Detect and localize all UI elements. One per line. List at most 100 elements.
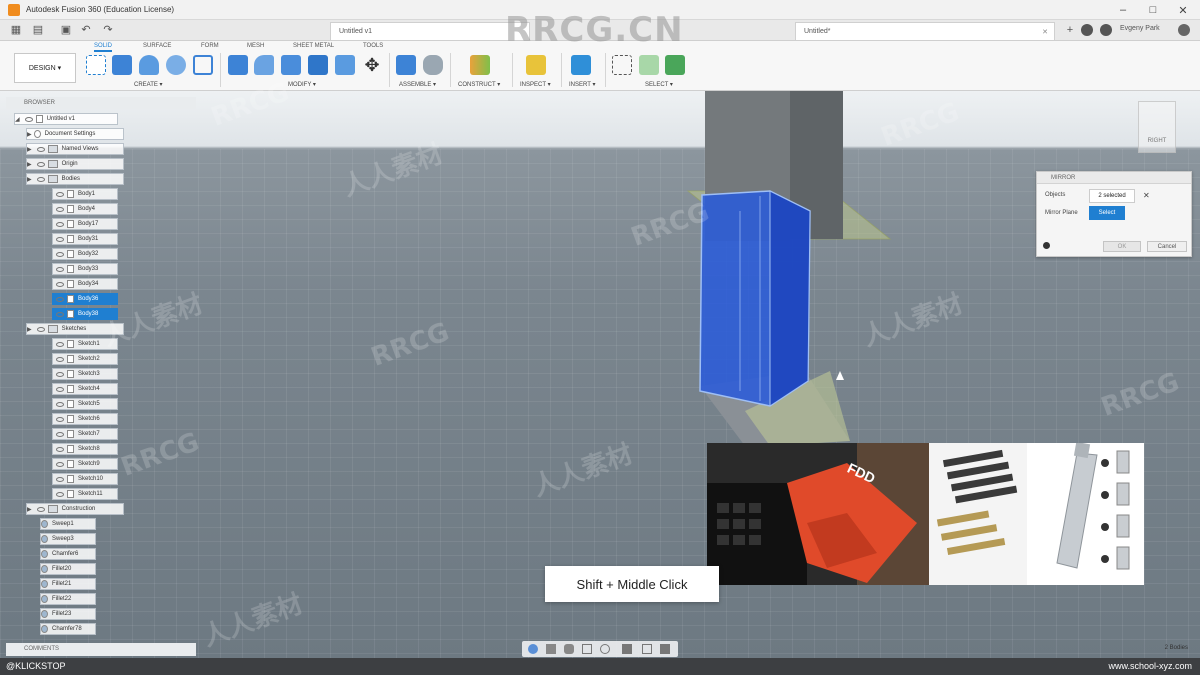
visibility-icon[interactable]: [56, 461, 64, 467]
info-icon[interactable]: [1043, 242, 1050, 249]
display-settings-icon[interactable]: [622, 644, 632, 654]
tab-sheet-metal[interactable]: SHEET METAL: [293, 43, 334, 49]
select-menu[interactable]: SELECT ▾: [645, 81, 673, 88]
visibility-icon[interactable]: [56, 311, 64, 317]
create-menu[interactable]: CREATE ▾: [134, 81, 163, 88]
revolve-icon[interactable]: [139, 55, 159, 75]
expand-icon[interactable]: ▶: [27, 176, 32, 183]
browser-item-body36[interactable]: Body36: [52, 293, 118, 305]
browser-item-origin[interactable]: ▶ Origin: [26, 158, 124, 170]
browser-item-sketch7[interactable]: Sketch7: [52, 428, 118, 440]
browser-item-sketch2[interactable]: Sketch2: [52, 353, 118, 365]
expand-icon[interactable]: ▶: [27, 506, 32, 513]
visibility-icon[interactable]: [56, 356, 64, 362]
selected-body-side[interactable]: [769, 190, 811, 407]
create-sketch-icon[interactable]: [86, 55, 106, 75]
visibility-icon[interactable]: [56, 491, 64, 497]
visibility-icon[interactable]: [56, 236, 64, 242]
browser-item-fillet22[interactable]: Fillet22: [40, 593, 96, 605]
browser-item-body32[interactable]: Body32: [52, 248, 118, 260]
visibility-icon[interactable]: [56, 386, 64, 392]
redo-icon[interactable]: ↷: [102, 24, 114, 36]
save-icon[interactable]: ▣: [60, 24, 72, 36]
visibility-icon[interactable]: [56, 431, 64, 437]
chamfer-icon[interactable]: [281, 55, 301, 75]
ok-button[interactable]: OK: [1103, 241, 1141, 252]
press-pull-icon[interactable]: [228, 55, 248, 75]
visibility-icon[interactable]: [36, 176, 45, 182]
browser-item-body34[interactable]: Body34: [52, 278, 118, 290]
joint-icon[interactable]: [423, 55, 443, 75]
job-status-icon[interactable]: [1081, 24, 1093, 36]
new-component-icon[interactable]: [396, 55, 416, 75]
pan-icon[interactable]: [564, 644, 574, 654]
tab-form[interactable]: FORM: [201, 43, 219, 49]
browser-item-sweep1[interactable]: Sweep1: [40, 518, 96, 530]
visibility-icon[interactable]: [56, 281, 64, 287]
minimize-button[interactable]: –: [1108, 0, 1138, 20]
browser-item-body1[interactable]: Body1: [52, 188, 118, 200]
browser-item-body38[interactable]: Body38: [52, 308, 118, 320]
assemble-menu[interactable]: ASSEMBLE ▾: [399, 81, 436, 88]
browser-header[interactable]: BROWSER: [6, 97, 196, 109]
browser-item-sketch3[interactable]: Sketch3: [52, 368, 118, 380]
mirror-plane-select-button[interactable]: Select: [1089, 206, 1125, 220]
browser-item-sweep3[interactable]: Sweep3: [40, 533, 96, 545]
visibility-icon[interactable]: [36, 146, 45, 152]
comments-panel[interactable]: COMMENTS: [6, 643, 196, 656]
expand-icon[interactable]: ▶: [27, 146, 32, 153]
modify-menu[interactable]: MODIFY ▾: [288, 81, 316, 88]
browser-item-sketch10[interactable]: Sketch10: [52, 473, 118, 485]
construct-menu[interactable]: CONSTRUCT ▾: [458, 81, 500, 88]
maximize-button[interactable]: □: [1138, 0, 1168, 20]
browser-item-document-settings[interactable]: ▶ Document Settings: [26, 128, 124, 140]
add-tab-icon[interactable]: +: [1064, 24, 1076, 36]
browser-item-sketch5[interactable]: Sketch5: [52, 398, 118, 410]
document-tab-2[interactable]: Untitled* ✕: [795, 22, 1055, 40]
browser-item-named-views[interactable]: ▶ Named Views: [26, 143, 124, 155]
browser-item-sketch9[interactable]: Sketch9: [52, 458, 118, 470]
browser-item-body33[interactable]: Body33: [52, 263, 118, 275]
tab-mesh[interactable]: MESH: [247, 43, 264, 49]
browser-item-fillet23[interactable]: Fillet23: [40, 608, 96, 620]
expand-icon[interactable]: ▶: [27, 326, 32, 333]
browser-item-sketch8[interactable]: Sketch8: [52, 443, 118, 455]
loft-icon[interactable]: [193, 55, 213, 75]
combine-icon[interactable]: [335, 55, 355, 75]
offset-plane-icon[interactable]: [470, 55, 490, 75]
zoom-icon[interactable]: [582, 644, 592, 654]
visibility-icon[interactable]: [56, 266, 64, 272]
insert-menu[interactable]: INSERT ▾: [569, 81, 595, 88]
browser-item-body4[interactable]: Body4: [52, 203, 118, 215]
insert-image-icon[interactable]: [571, 55, 591, 75]
browser-item-body17[interactable]: Body17: [52, 218, 118, 230]
sweep-icon[interactable]: [166, 55, 186, 75]
help-icon[interactable]: [1178, 24, 1190, 36]
shell-icon[interactable]: [308, 55, 328, 75]
visibility-icon[interactable]: [24, 116, 33, 122]
grid-settings-icon[interactable]: [642, 644, 652, 654]
browser-item-bodies[interactable]: ▶ Bodies: [26, 173, 124, 185]
clear-selection-icon[interactable]: ✕: [1143, 191, 1150, 200]
visibility-icon[interactable]: [36, 506, 45, 512]
browser-item-construction[interactable]: ▶ Construction: [26, 503, 124, 515]
visibility-icon[interactable]: [56, 341, 64, 347]
viewports-icon[interactable]: [660, 644, 670, 654]
fillet-icon[interactable]: [254, 55, 274, 75]
tab-solid[interactable]: SOLID: [94, 43, 113, 52]
browser-item-fillet20[interactable]: Fillet20: [40, 563, 96, 575]
visibility-icon[interactable]: [56, 191, 64, 197]
browser-item-sketch1[interactable]: Sketch1: [52, 338, 118, 350]
selection-priority-icon[interactable]: [665, 55, 685, 75]
visibility-icon[interactable]: [36, 326, 45, 332]
visibility-icon[interactable]: [56, 251, 64, 257]
tab-surface[interactable]: SURFACE: [143, 43, 171, 49]
visibility-icon[interactable]: [56, 206, 64, 212]
fit-icon[interactable]: [600, 644, 610, 654]
expand-icon[interactable]: ▶: [27, 161, 32, 168]
browser-item-body31[interactable]: Body31: [52, 233, 118, 245]
browser-item-sketch4[interactable]: Sketch4: [52, 383, 118, 395]
view-cube[interactable]: RIGHT: [1138, 101, 1176, 153]
visibility-icon[interactable]: [56, 476, 64, 482]
visibility-icon[interactable]: [36, 161, 45, 167]
